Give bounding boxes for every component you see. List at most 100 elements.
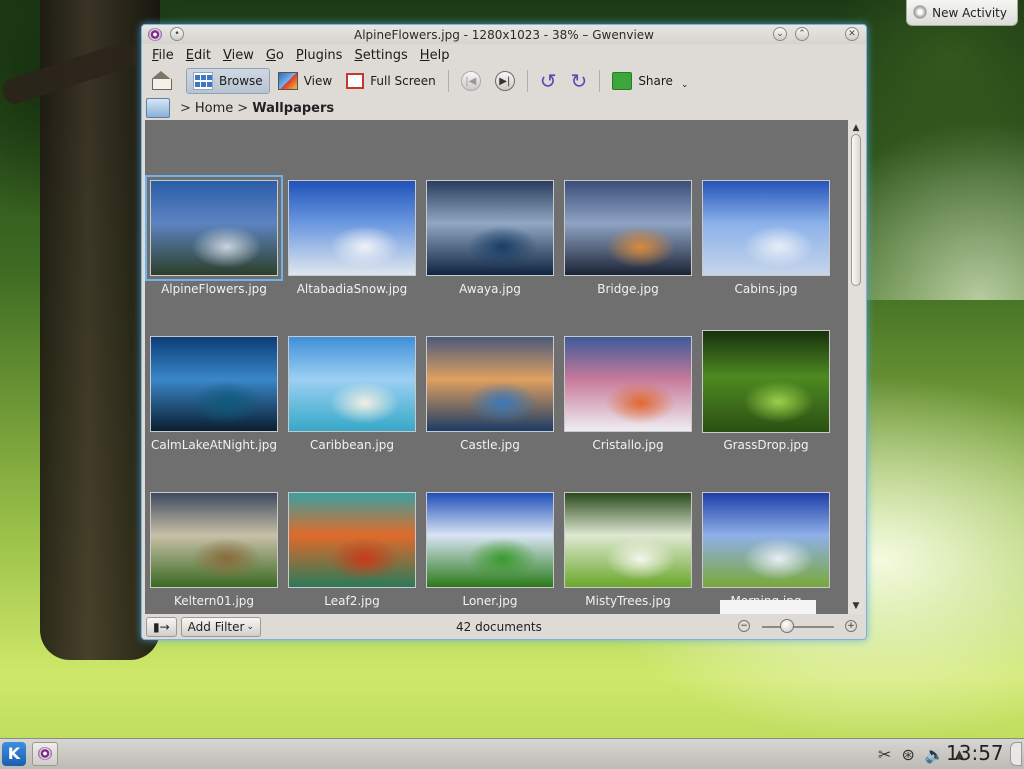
menu-go[interactable]: Go bbox=[260, 48, 290, 63]
menu-edit[interactable]: Edit bbox=[180, 48, 217, 63]
new-activity-button[interactable]: New Activity bbox=[906, 0, 1018, 26]
menu-accelerator: G bbox=[265, 47, 276, 63]
thumbnail-view[interactable]: AlpineFlowers.jpg AltabadiaSnow.jpg Awaya.… bbox=[145, 120, 848, 614]
chevron-right-icon: > bbox=[180, 100, 191, 116]
next-image-button[interactable]: ▶| bbox=[494, 71, 515, 91]
add-filter-button[interactable]: Add Filter ⌄ bbox=[180, 616, 261, 637]
menu-label-rest: elp bbox=[429, 47, 450, 63]
new-activity-label: New Activity bbox=[932, 5, 1007, 20]
close-button[interactable]: ✕ bbox=[845, 27, 859, 41]
thumbnail[interactable] bbox=[426, 336, 554, 432]
menu-label-rest: ettings bbox=[362, 47, 408, 63]
thumbnail[interactable] bbox=[702, 180, 830, 276]
toolbar-separator bbox=[447, 70, 449, 92]
thumbnail[interactable] bbox=[288, 492, 416, 588]
clock[interactable]: 13:57 bbox=[946, 741, 1004, 765]
vertical-scrollbar[interactable]: ▲ ▼ bbox=[848, 120, 865, 614]
gwenview-window: • AlpineFlowers.jpg - 1280x1023 - 38% – … bbox=[141, 24, 867, 640]
minimize-button[interactable]: ⌄ bbox=[773, 27, 787, 41]
thumbnail[interactable] bbox=[150, 492, 278, 588]
kde-menu-icon[interactable]: K bbox=[2, 742, 26, 766]
thumbnail[interactable] bbox=[564, 180, 692, 276]
thumbnail-label[interactable]: Morning.jpg bbox=[697, 594, 835, 608]
full-screen-button[interactable]: Full Screen bbox=[340, 68, 442, 94]
thumbnail[interactable] bbox=[426, 180, 554, 276]
document-count: 42 documents bbox=[456, 619, 542, 634]
browse-button[interactable]: Browse bbox=[186, 68, 270, 94]
thumbnail-label[interactable]: AltabadiaSnow.jpg bbox=[283, 282, 421, 296]
thumbnail-label[interactable]: Keltern01.jpg bbox=[145, 594, 283, 608]
breadcrumb-home[interactable]: Home bbox=[195, 101, 233, 116]
thumbnail-label[interactable]: MistyTrees.jpg bbox=[559, 594, 697, 608]
thumbnail-label[interactable]: Cristallo.jpg bbox=[559, 438, 697, 452]
thumbnail[interactable] bbox=[564, 492, 692, 588]
chevron-right-icon: > bbox=[237, 100, 249, 116]
main-toolbar: Browse View Full Screen |◀ ▶| ↺ ↻ Share … bbox=[142, 66, 866, 96]
home-button[interactable] bbox=[146, 68, 184, 94]
browse-label: Browse bbox=[219, 74, 263, 88]
thumbnail-label[interactable]: Awaya.jpg bbox=[421, 282, 559, 296]
menu-file[interactable]: File bbox=[146, 48, 180, 63]
thumbnail[interactable] bbox=[426, 492, 554, 588]
menu-label-rest: dit bbox=[194, 47, 211, 63]
thumbnail[interactable] bbox=[702, 330, 830, 433]
window-titlebar[interactable]: • AlpineFlowers.jpg - 1280x1023 - 38% – … bbox=[142, 25, 866, 44]
thumbnail[interactable] bbox=[150, 336, 278, 432]
sidebar-toggle-button[interactable]: ▮→ bbox=[146, 616, 177, 637]
thumbnail[interactable] bbox=[145, 175, 283, 281]
menubar: File Edit View Go Plugins Settings Help bbox=[142, 44, 866, 66]
zoom-out-icon[interactable]: − bbox=[738, 620, 750, 632]
menu-accelerator: V bbox=[222, 47, 232, 63]
volume-icon[interactable]: 🔉 bbox=[925, 745, 945, 764]
rotate-right-button[interactable]: ↻ bbox=[571, 71, 588, 91]
panel-toolbox[interactable] bbox=[1010, 742, 1022, 766]
menu-accelerator: H bbox=[419, 47, 430, 63]
toolbar-separator bbox=[599, 70, 601, 92]
taskbar-gwenview-entry[interactable] bbox=[32, 742, 58, 766]
rotate-left-button[interactable]: ↺ bbox=[540, 71, 557, 91]
menu-accelerator: S bbox=[354, 47, 363, 63]
scroll-thumb[interactable] bbox=[851, 134, 861, 286]
thumbnail-label[interactable]: Bridge.jpg bbox=[559, 282, 697, 296]
breadcrumb-wallpapers[interactable]: Wallpapers bbox=[252, 101, 334, 116]
thumbnail[interactable] bbox=[288, 180, 416, 276]
scroll-down-arrow[interactable]: ▼ bbox=[850, 600, 862, 612]
maximize-button[interactable]: ⌃ bbox=[795, 27, 809, 41]
add-filter-label: Add Filter bbox=[187, 619, 245, 634]
home-icon bbox=[152, 78, 172, 90]
places-icon[interactable] bbox=[146, 98, 170, 118]
thumbnail-label[interactable]: GrassDrop.jpg bbox=[697, 438, 835, 452]
menu-label-rest: iew bbox=[231, 47, 254, 63]
thumbnail[interactable] bbox=[564, 336, 692, 432]
statusbar: ▮→ Add Filter ⌄ 42 documents − + bbox=[142, 614, 866, 639]
toolbar-separator bbox=[526, 70, 528, 92]
share-button[interactable]: Share ⌄ bbox=[606, 68, 694, 94]
breadcrumb: > Home > Wallpapers bbox=[142, 96, 866, 120]
thumbnail-label[interactable]: Leaf2.jpg bbox=[283, 594, 421, 608]
menu-settings[interactable]: Settings bbox=[348, 48, 413, 63]
zoom-slider-track[interactable] bbox=[762, 626, 834, 628]
scroll-up-arrow[interactable]: ▲ bbox=[850, 122, 862, 134]
thumbnail[interactable] bbox=[288, 336, 416, 432]
menu-plugins[interactable]: Plugins bbox=[290, 48, 349, 63]
thumbnail-label[interactable]: Castle.jpg bbox=[421, 438, 559, 452]
network-icon[interactable]: ⊛ bbox=[901, 745, 914, 764]
thumbnail-label[interactable]: Cabins.jpg bbox=[697, 282, 835, 296]
sticky-pin-button[interactable]: • bbox=[170, 27, 184, 41]
thumbnail[interactable] bbox=[702, 492, 830, 588]
menu-label-rest: o bbox=[275, 47, 284, 63]
zoom-in-icon[interactable]: + bbox=[845, 620, 857, 632]
taskbar: K ✂ ⊛ 🔉 ▲ 13:57 bbox=[0, 738, 1024, 769]
previous-image-button[interactable]: |◀ bbox=[460, 71, 481, 91]
thumbnail-label[interactable]: Loner.jpg bbox=[421, 594, 559, 608]
thumbnail-label[interactable]: Caribbean.jpg bbox=[283, 438, 421, 452]
scissors-icon[interactable]: ✂ bbox=[878, 745, 891, 764]
thumbnail-label[interactable]: CalmLakeAtNight.jpg bbox=[145, 438, 283, 452]
thumbnail-label[interactable]: AlpineFlowers.jpg bbox=[145, 282, 283, 296]
view-button[interactable]: View bbox=[272, 68, 338, 94]
zoom-slider-handle[interactable] bbox=[780, 619, 795, 633]
chevron-down-icon: ⌄ bbox=[680, 80, 689, 90]
menu-help[interactable]: Help bbox=[414, 48, 456, 63]
menu-view[interactable]: View bbox=[217, 48, 260, 63]
gwenview-app-icon[interactable] bbox=[148, 28, 162, 41]
